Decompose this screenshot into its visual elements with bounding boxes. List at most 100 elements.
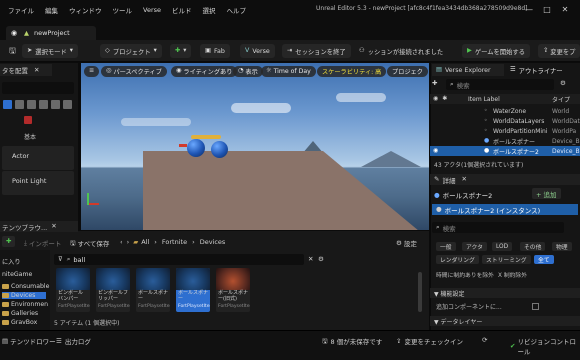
- close-icon[interactable]: ✕: [51, 223, 56, 230]
- close-icon[interactable]: ✕: [556, 6, 574, 14]
- basic-category-icon[interactable]: [3, 99, 12, 109]
- outliner-search-input[interactable]: ⌕ 検索: [446, 79, 554, 90]
- place-actors-tab[interactable]: タを配置 ✕: [0, 64, 52, 76]
- menu-file[interactable]: ファイル: [8, 5, 34, 15]
- outliner-row-selected[interactable]: ◉ ● ボールスポナー2 Device_B: [430, 146, 580, 156]
- verse-explorer-tab[interactable]: ▤ Verse Explorer: [432, 64, 504, 76]
- filter-all[interactable]: 全て: [534, 255, 554, 264]
- instance-row[interactable]: ● ボールスポナー2 (インスタンス): [432, 204, 578, 215]
- import-button[interactable]: ⤓ インポート: [24, 238, 61, 248]
- project-tab[interactable]: ◉ ▲ newProject: [6, 26, 96, 40]
- unsaved-indicator[interactable]: 🖫 8 個が未保存です: [322, 336, 382, 346]
- menu-verse[interactable]: Verse: [143, 6, 161, 14]
- menu-tools[interactable]: ツール: [113, 5, 133, 15]
- recent-icon[interactable]: [24, 116, 32, 124]
- folder-gravbox[interactable]: GravBox: [2, 319, 37, 326]
- folder-galleries[interactable]: Galleries: [2, 310, 38, 317]
- save-all-button[interactable]: 🖫 すべて保存: [70, 238, 109, 248]
- select-mode-button[interactable]: ➤ 選択モード ▾: [22, 44, 78, 58]
- ball-spawner-2[interactable]: [211, 141, 228, 158]
- details-search-input[interactable]: ⌕ 検索: [432, 222, 564, 233]
- exclude-time-constrained[interactable]: 時間に制約ありを除外: [436, 270, 494, 279]
- outliner-row[interactable]: ◦ WorldDataLayers WorldDat: [430, 116, 580, 126]
- ball-spawner-1[interactable]: [187, 139, 205, 157]
- filter-general[interactable]: 一般: [436, 242, 456, 251]
- outliner-tab[interactable]: ☰ アウトライナー: [506, 64, 580, 76]
- minimize-icon[interactable]: —: [520, 6, 538, 14]
- revision-control-button[interactable]: ✔ リビジョンコントロール: [510, 336, 580, 356]
- asset-search-input[interactable]: ball: [73, 256, 85, 264]
- checkbox-icon[interactable]: [531, 303, 539, 310]
- folder-devices[interactable]: Devices: [2, 292, 46, 299]
- end-session-button[interactable]: ⇥ セッションを終了: [282, 44, 351, 58]
- section-settings[interactable]: ▼ 機能設定: [430, 288, 580, 298]
- place-actors-search[interactable]: [2, 82, 74, 94]
- add-content-button[interactable]: ✚: [2, 236, 16, 247]
- filter-lod[interactable]: LOD: [492, 242, 513, 251]
- clear-search-icon[interactable]: ✕: [308, 255, 313, 263]
- add-component-button[interactable]: + 追加: [532, 188, 561, 199]
- path-all[interactable]: All: [141, 238, 149, 246]
- sync-icon[interactable]: ⟳: [482, 336, 487, 344]
- gizmo-x-icon[interactable]: [179, 144, 187, 147]
- visual-category-icon[interactable]: [51, 99, 60, 109]
- asset-card[interactable]: ボールスポナー FortPlaysetItem: [136, 268, 170, 312]
- show-button[interactable]: ◔ 表示: [233, 66, 263, 77]
- folder-root[interactable]: niteGame: [2, 271, 32, 278]
- project-button[interactable]: ◇ プロジェクト ▾: [100, 44, 162, 58]
- lighting-button[interactable]: ◉ ライティングあり: [171, 66, 238, 77]
- asset-card[interactable]: ピンボールバンパー FortPlaysetItem: [56, 268, 90, 312]
- path-fortnite[interactable]: Fortnite: [162, 238, 187, 246]
- cinematic-category-icon[interactable]: [39, 99, 48, 109]
- perspective-button[interactable]: ◎ パースペクティブ: [101, 66, 167, 77]
- close-icon[interactable]: ✕: [461, 176, 466, 183]
- folder-consumable[interactable]: Consumable: [2, 283, 49, 290]
- viewport-menu-button[interactable]: ≡: [84, 66, 100, 77]
- forward-icon[interactable]: ›: [127, 239, 130, 246]
- exclude-constraint[interactable]: X 制約除外: [498, 270, 527, 279]
- changes-button[interactable]: ⇪ 変更をプ: [538, 44, 580, 58]
- outliner-row[interactable]: ◦ WorldPartitionMini WorldPa: [430, 126, 580, 136]
- folder-environments[interactable]: Environmen: [2, 301, 48, 308]
- menu-build[interactable]: ビルド: [172, 5, 192, 15]
- favorites-header[interactable]: に入り: [2, 257, 21, 266]
- time-of-day-button[interactable]: ☼ Time of Day: [261, 66, 316, 77]
- section-data-layers[interactable]: ▼ データレイヤー: [430, 316, 580, 326]
- lights-category-icon[interactable]: [15, 99, 24, 109]
- menu-help[interactable]: ヘルプ: [227, 5, 247, 15]
- asset-scrollbar[interactable]: [418, 272, 422, 312]
- asset-card-selected[interactable]: ボールスポナー FortPlaysetItem: [176, 268, 210, 312]
- check-in-changes-button[interactable]: ⇪ 変更をチェックイン: [396, 336, 463, 346]
- outliner-row[interactable]: ◦ WaterZone World: [430, 106, 580, 116]
- point-light-item[interactable]: Point Light: [2, 171, 74, 195]
- output-log-button[interactable]: ☰ 出力ログ: [56, 336, 91, 346]
- project-viewport-button[interactable]: プロジェク: [387, 66, 428, 77]
- filter-rendering[interactable]: レンダリング: [436, 255, 479, 264]
- asset-card[interactable]: ボールスポナー(旧式) FortPlaysetItem: [216, 268, 250, 312]
- actor-item[interactable]: Actor: [2, 146, 74, 170]
- outliner-row[interactable]: ● ボールスポナー Device_B: [430, 136, 580, 146]
- filter-icon[interactable]: ⊽: [58, 256, 63, 263]
- close-icon[interactable]: ✕: [34, 67, 39, 74]
- filter-actor[interactable]: アクタ: [462, 242, 487, 251]
- menu-edit[interactable]: 編集: [45, 5, 58, 15]
- add-filter-icon[interactable]: ✚: [432, 79, 442, 89]
- path-devices[interactable]: Devices: [200, 238, 226, 246]
- filter-streaming[interactable]: ストリーミング: [482, 255, 531, 264]
- cb-settings-button[interactable]: ⚙ 設定: [396, 238, 417, 248]
- fab-button[interactable]: ▣ Fab: [200, 44, 230, 58]
- verse-button[interactable]: V Verse: [240, 44, 275, 58]
- add-button[interactable]: ✚ ▾: [170, 44, 192, 58]
- maximize-icon[interactable]: □: [538, 6, 556, 14]
- filter-misc[interactable]: その他: [520, 242, 546, 251]
- menu-window[interactable]: ウィンドウ: [69, 5, 102, 15]
- start-game-button[interactable]: ▶ ゲームを開始する: [462, 44, 531, 58]
- menu-select[interactable]: 選択: [203, 5, 216, 15]
- scalability-button[interactable]: スケーラビリティ: 高: [317, 66, 387, 77]
- shapes-category-icon[interactable]: [27, 99, 36, 109]
- save-icon-button[interactable]: 🖫: [4, 44, 21, 58]
- filter-physics[interactable]: 物理: [552, 242, 572, 251]
- back-icon[interactable]: ‹: [120, 239, 123, 246]
- view-options-icon[interactable]: ⚙: [318, 255, 324, 263]
- volumes-category-icon[interactable]: [63, 99, 72, 109]
